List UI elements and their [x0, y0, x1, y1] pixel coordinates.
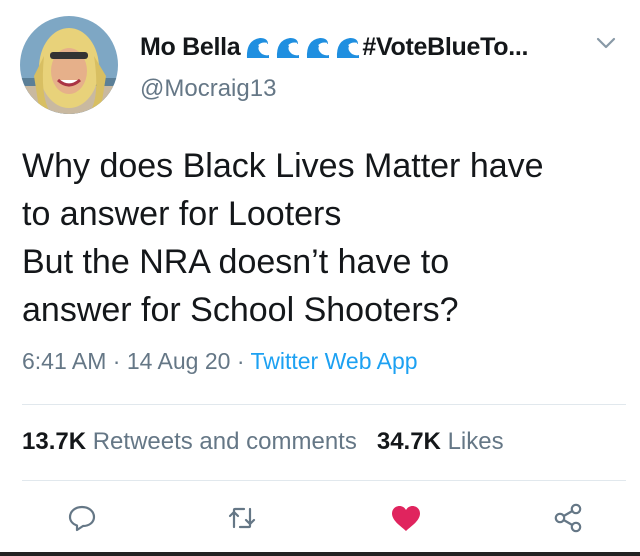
- like-button[interactable]: [386, 498, 426, 538]
- retweets-count: 13.7K: [22, 428, 87, 455]
- avatar[interactable]: [20, 16, 118, 114]
- divider: [22, 404, 626, 405]
- tweet-time[interactable]: 6:41 AM: [22, 348, 106, 374]
- water-wave-icon: [307, 38, 330, 58]
- likes-count: 34.7K: [376, 428, 441, 455]
- tweet-text-line: answer for School Shooters?: [22, 291, 459, 329]
- display-name[interactable]: Mo Bella: [140, 33, 241, 62]
- meta-separator: ·: [106, 348, 127, 374]
- water-wave-icon: [277, 38, 300, 58]
- retweets-label: Retweets and comments: [92, 428, 357, 455]
- reply-button[interactable]: [62, 498, 102, 538]
- tweet-text-line: But the NRA doesn’t have to: [22, 243, 450, 281]
- user-handle[interactable]: @Mocraig13: [140, 75, 276, 103]
- chevron-down-icon[interactable]: [595, 34, 617, 52]
- tweet-source[interactable]: Twitter Web App: [250, 348, 417, 374]
- retweet-button[interactable]: [222, 498, 262, 538]
- display-name-row[interactable]: Mo Bella #VoteBlueTo...: [140, 30, 528, 64]
- divider: [22, 480, 626, 481]
- bottom-edge: [0, 552, 640, 556]
- tweet-card: Mo Bella #VoteBlueTo... @Mocraig13 Why d…: [0, 0, 640, 556]
- tweet-meta: 6:41 AM · 14 Aug 20 · Twitter Web App: [22, 348, 418, 375]
- action-bar: [0, 498, 640, 544]
- tweet-stats: 13.7K Retweets and comments 34.7K Likes: [22, 428, 504, 456]
- share-icon: [554, 503, 582, 533]
- water-wave-icon: [247, 38, 270, 58]
- retweet-icon: [228, 507, 256, 529]
- water-wave-icon: [337, 38, 360, 58]
- display-name-hashtag: #VoteBlueTo...: [362, 32, 529, 61]
- retweets-stat[interactable]: 13.7K Retweets and comments: [22, 428, 357, 455]
- heart-icon: [392, 506, 420, 531]
- meta-separator: ·: [230, 348, 251, 374]
- tweet-text: Why does Black Lives Matter have to answ…: [22, 142, 632, 334]
- share-button[interactable]: [548, 498, 588, 538]
- tweet-text-line: to answer for Looters: [22, 195, 342, 233]
- tweet-date[interactable]: 14 Aug 20: [127, 348, 231, 374]
- speech-bubble-icon: [68, 505, 96, 532]
- tweet-text-line: Why does Black Lives Matter have: [22, 147, 544, 185]
- likes-label: Likes: [447, 428, 504, 455]
- likes-stat[interactable]: 34.7K Likes: [377, 428, 504, 455]
